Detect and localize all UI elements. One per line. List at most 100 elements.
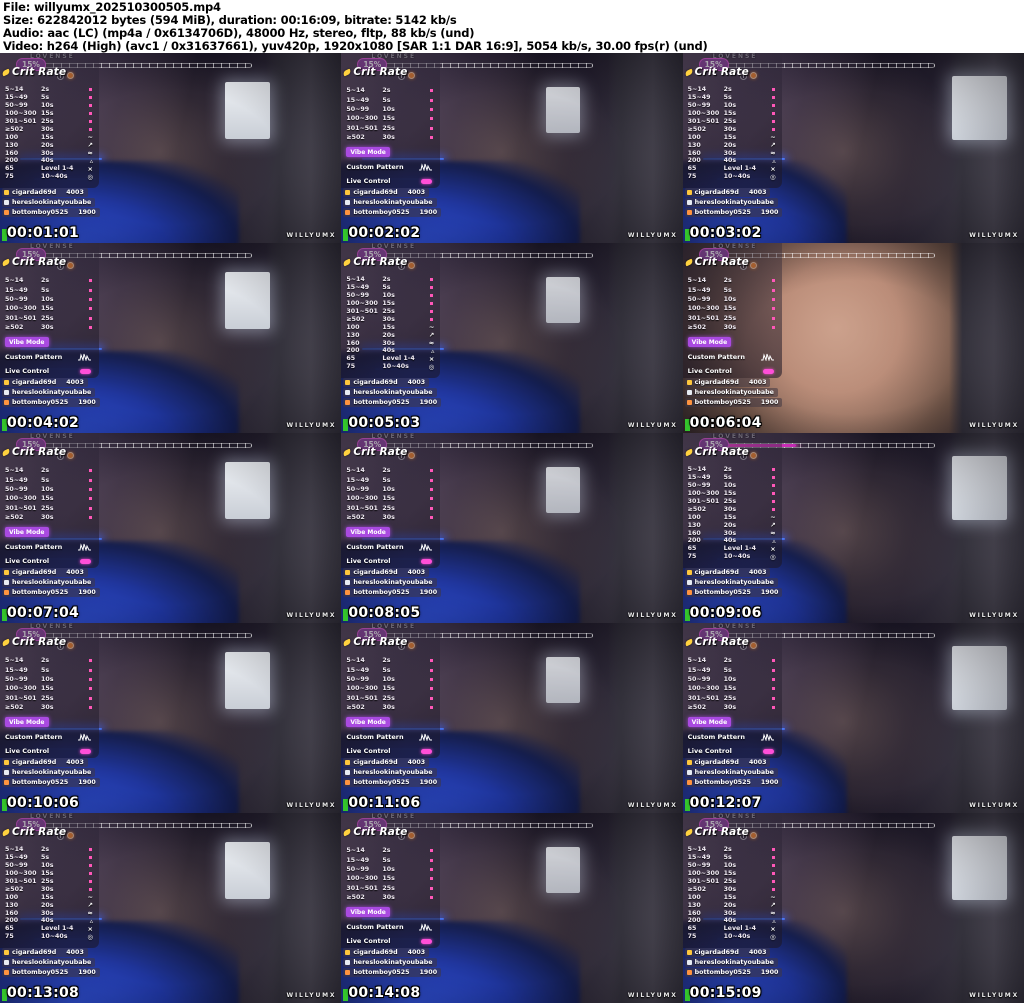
vibe-level-icon [89, 127, 92, 131]
tip-duration: 20s [41, 901, 54, 909]
tip-menu-row: 15~49 5s [688, 94, 777, 102]
tip-range: 50~99 [346, 485, 370, 493]
trophy-silver-icon [345, 580, 351, 585]
tip-range: 100~300 [687, 870, 720, 878]
tip-menu-rows: 5~14 2s 15~49 5s 50~99 10s 100~300 15s 301~501 25… [5, 466, 94, 565]
tip-range: 50~99 [5, 675, 28, 683]
tip-duration: 5s [41, 476, 50, 484]
control-label: Custom Pattern [346, 733, 404, 742]
tip-range: 15~49 [5, 94, 28, 102]
tipper-name: cigardad69d [353, 569, 398, 576]
timestamp-overlay: 00:15:09 [684, 985, 762, 1001]
tip-duration: 5s [41, 854, 50, 862]
timestamp-overlay: 00:14:08 [343, 985, 420, 1001]
trophy-bronze-icon [4, 590, 9, 595]
trophy-gold-icon [686, 760, 692, 765]
tipper-chip: cigardad69d 4003 [2, 378, 88, 387]
tip-menu-title: Crit Rate [1, 826, 66, 838]
vibe-level-icon [89, 279, 92, 283]
tip-duration: 15s [723, 490, 737, 498]
vibe-level-icon [771, 677, 775, 681]
tip-duration: 10s [382, 292, 395, 300]
tip-amount: 75 [687, 933, 697, 941]
pattern-random-icon: × [770, 164, 776, 173]
pattern-peak-icon: ▵ [431, 346, 435, 355]
tip-menu-row: 50~99 10s [5, 675, 94, 684]
tip-menu-row: 50~99 10s [346, 675, 435, 684]
tip-duration: 2s [723, 657, 732, 665]
vibe-level-icon [89, 104, 92, 108]
tip-menu-row: 100 15s ~ [5, 133, 94, 141]
tip-duration: 30s [723, 909, 737, 917]
vibe-level-icon [89, 469, 92, 473]
tip-menu-row: 100 15s ~ [688, 893, 777, 901]
tip-menu-row: 100~300 15s [5, 304, 94, 313]
tipper-chip: hereslookinatyoubabe [2, 198, 96, 207]
vibe-level-icon [430, 516, 434, 520]
tip-menu-row: ≥502 30s [688, 125, 777, 133]
vibe-level-icon [89, 120, 92, 123]
tip-duration: 30s [723, 149, 737, 157]
thumbnail-cell: LOVENSE15%Crit Rate5~142s15~495s50~9910s… [341, 243, 683, 433]
tipper-amount: 4003 [66, 949, 84, 956]
tip-duration: 25s [723, 878, 737, 885]
thumbnail-cell: LOVENSE15%Crit Rate5~142s15~495s50~9910s… [0, 433, 342, 623]
trophy-silver-icon [686, 770, 692, 775]
tip-menu-panel: Crit Rate 5~14 2s 15~49 5s 50~99 10s 100~300 15s… [0, 53, 99, 188]
tip-duration: Level 1-4 [41, 925, 74, 933]
vibe-level-icon [89, 316, 92, 320]
thumbnail-cell: LOVENSE15%Crit Rate5~142s15~495s50~9910s… [341, 433, 683, 623]
timestamp-text: 00:08:05 [348, 605, 421, 621]
toy-icon [421, 178, 433, 184]
tip-amount: 200 [687, 537, 701, 545]
tipper-name: cigardad69d [353, 189, 398, 196]
vibe-level-icon [430, 117, 434, 121]
trophy-bronze-icon [686, 400, 692, 405]
tip-menu-rows: 5~14 2s 15~49 5s 50~99 10s 100~300 15s 301~501 25… [346, 656, 435, 755]
pattern-pulse-icon: ~ [428, 323, 435, 332]
waveform-icon [419, 733, 433, 742]
top-tippers: cigardad69d 4003 hereslookinatyoubabe botto… [343, 188, 442, 217]
tipper-chip: cigardad69d 4003 [684, 378, 771, 387]
tipper-amount: 4003 [407, 379, 426, 386]
waveform-icon [760, 733, 774, 742]
tip-menu-rows: 5~14 2s 15~49 5s 50~99 10s 100~300 15s 301~501 25… [687, 466, 777, 560]
tip-menu-row: 75 10~40s ◎ [5, 933, 94, 941]
tip-range: 100~300 [5, 305, 37, 313]
tip-range: 15~49 [346, 96, 370, 104]
tip-menu-row: 50~99 10s [688, 102, 777, 110]
pattern-rise-icon: ↗ [770, 521, 776, 530]
tip-range: ≥502 [687, 704, 707, 712]
tip-menu-panel: Crit Rate 5~14 2s 15~49 5s 50~99 10s 100~300 15s… [0, 813, 99, 948]
tip-menu-row: 50~99 10s [5, 485, 94, 494]
tip-menu-row: 75 10~40s ◎ [688, 173, 777, 181]
tip-duration: 15s [723, 893, 737, 901]
timestamp-overlay: 00:01:01 [2, 225, 79, 241]
tipper-chip: bottomboy0525 1900 [343, 398, 442, 407]
tip-menu-row: 15~49 5s [5, 475, 94, 484]
tip-range: ≥502 [5, 704, 24, 712]
tip-menu-row: 5~14 2s [346, 466, 435, 475]
tip-duration: 15s [723, 133, 737, 141]
tipper-chip: hereslookinatyoubabe [684, 768, 778, 777]
tip-amount: 65 [346, 355, 356, 363]
waveform-icon [78, 353, 91, 362]
model-watermark: WILLYUMX [286, 992, 337, 999]
tip-range: ≥502 [687, 885, 707, 893]
tip-menu-row: 5~14 2s [5, 276, 94, 285]
trophy-gold-icon [4, 380, 9, 385]
top-tippers: cigardad69d 4003 hereslookinatyoubabe botto… [2, 378, 100, 407]
tipper-chip: bottomboy0525 1900 [684, 968, 783, 977]
tip-duration: 30s [382, 134, 395, 142]
vibe-level-icon [771, 864, 775, 868]
tip-duration: 40s [723, 917, 737, 925]
tipper-chip: hereslookinatyoubabe [343, 768, 437, 777]
tipper-amount: 1900 [760, 209, 779, 216]
tip-menu-row: 130 20s ↗ [346, 331, 435, 339]
tip-menu-row: 65 Level 1-4 × [688, 165, 777, 173]
tip-duration: 30s [41, 324, 54, 332]
trophy-bronze-icon [686, 590, 692, 595]
tip-duration: Level 1-4 [723, 925, 757, 933]
tip-menu-row: 301~501 25s [688, 878, 777, 886]
tip-menu-row: 5~14 2s [346, 846, 435, 855]
